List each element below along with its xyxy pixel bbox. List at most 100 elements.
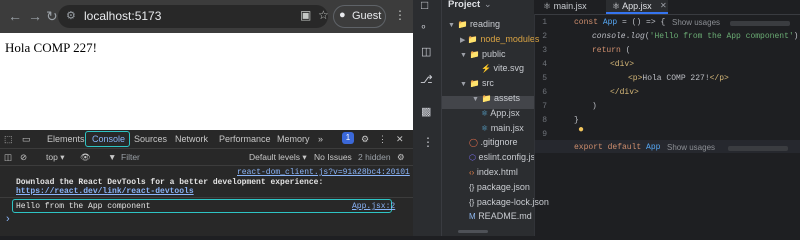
issues-count[interactable]: No Issues <box>314 150 352 164</box>
tab-sources[interactable]: Sources <box>134 131 167 147</box>
settings-gear-icon[interactable]: ⚙ <box>361 131 369 147</box>
tree-item-label: main.jsx <box>490 122 524 133</box>
tree-item[interactable]: {} package.json <box>460 180 530 195</box>
levels-label: Default levels <box>249 152 301 162</box>
json-icon: {} <box>469 197 475 207</box>
console-prompt[interactable]: › <box>6 213 10 225</box>
tree-item[interactable]: ▶ 📁 node_modules <box>460 32 539 48</box>
close-devtools-icon[interactable]: ✕ <box>396 131 404 147</box>
message1-link[interactable]: https://react.dev/link/react-devtools <box>16 187 194 196</box>
clear-console-icon[interactable]: ⊘ <box>20 150 27 164</box>
log-levels-dropdown[interactable]: Default levels ▾ <box>249 150 307 164</box>
line-number: 2 <box>542 32 547 41</box>
chevron-right-icon[interactable]: ▶ <box>460 37 465 44</box>
vcs-branch-icon[interactable]: ⎇ <box>420 73 433 86</box>
tree-item[interactable]: {} package-lock.json <box>460 195 549 210</box>
forward-icon[interactable]: → <box>28 7 42 25</box>
guest-label: Guest <box>352 10 382 22</box>
filter-icon: ▼ <box>108 152 117 162</box>
editor-tab-main[interactable]: ⚛ main.jsx <box>543 1 587 12</box>
tree-item[interactable]: M README.md <box>460 209 532 224</box>
tab-network[interactable]: Network <box>175 131 208 147</box>
chevron-down-icon[interactable]: ▼ <box>460 81 467 88</box>
usages-hint-1[interactable]: Show usages <box>672 18 720 27</box>
tree-item[interactable]: ⚛ main.jsx <box>472 121 524 136</box>
tab-console[interactable]: Console <box>92 131 125 147</box>
tree-item-label: App.jsx <box>490 107 520 118</box>
chevron-down-icon[interactable]: ▼ <box>472 96 479 103</box>
inspect-element-icon[interactable]: ⬚ <box>4 131 13 147</box>
jsx-icon: ⚛ <box>481 123 489 133</box>
code-line-10: export default App <box>574 143 661 152</box>
json-icon: {} <box>469 182 475 192</box>
message1-source-link[interactable]: react-dom_client.js?v=91a28bc4:20101 <box>237 168 410 177</box>
tree-item[interactable]: ▼ 📁 assets <box>472 91 520 107</box>
close-tab-icon[interactable]: ✕ <box>660 1 667 10</box>
guest-profile-button[interactable]: ● Guest <box>333 5 386 28</box>
usages-hint-2[interactable]: Show usages <box>667 143 715 152</box>
editor-tab-main-label: main.jsx <box>553 1 587 11</box>
line-number: 9 <box>542 130 547 139</box>
context-select[interactable]: top ▾ <box>46 150 64 164</box>
context-label: top <box>46 152 58 162</box>
filter-input[interactable]: Filter <box>121 150 140 164</box>
url-text: localhost:5173 <box>84 9 162 23</box>
hidden-count: 2 hidden <box>358 152 391 162</box>
tree-item[interactable]: ⚛ App.jsx <box>472 106 520 121</box>
intention-bulb-icon[interactable]: ● <box>578 124 584 135</box>
editor-tab-app-label: App.jsx <box>622 1 652 11</box>
tree-item[interactable]: ▼ 📁 src <box>460 76 494 92</box>
html-icon: ‹› <box>469 168 475 177</box>
tab-memory[interactable]: Memory <box>277 131 310 147</box>
install-app-icon[interactable]: ▣ <box>300 8 311 22</box>
tree-item-label: public <box>481 48 506 59</box>
project-dropdown-icon[interactable]: ⌄ <box>484 0 492 10</box>
console-settings-icon[interactable]: ⚙ <box>397 150 405 164</box>
tree-item[interactable]: ⬡ eslint.config.js <box>460 150 535 165</box>
live-expression-icon[interactable]: 👁 <box>80 150 91 164</box>
browser-menu-icon[interactable]: ⋮ <box>394 8 406 22</box>
tree-item-label: index.html <box>476 167 518 177</box>
devtools-menu-icon[interactable]: ⋮ <box>378 131 387 147</box>
tree-item[interactable]: ⚡ vite.svg <box>472 61 524 76</box>
reload-icon[interactable]: ↻ <box>46 7 58 25</box>
tree-item-label: node_modules <box>480 33 540 44</box>
editor-tab-app[interactable]: ⚛ App.jsx <box>612 1 652 12</box>
tab-elements[interactable]: Elements <box>47 131 85 147</box>
tree-item-label: eslint.config.js <box>478 152 536 163</box>
site-info-icon[interactable]: ⚙ <box>66 9 76 22</box>
message2-source-link[interactable]: App.jsx:2 <box>352 202 395 211</box>
ai-assistance-icon[interactable]: 1 <box>342 132 354 144</box>
git-icon: ◯ <box>469 138 478 148</box>
project-label[interactable]: Project <box>448 0 480 10</box>
device-toolbar-icon[interactable]: ▭ <box>22 131 31 147</box>
message-divider <box>0 197 413 198</box>
commit-icon[interactable]: ∘ <box>420 20 427 33</box>
sidebar-toggle-icon[interactable]: ◫ <box>4 150 12 164</box>
bookmarks-icon[interactable]: ▩ <box>421 105 431 118</box>
structure-icon[interactable]: ◫ <box>421 45 431 58</box>
tree-item[interactable]: ▼ 📁 reading <box>448 17 500 33</box>
tree-item[interactable]: ‹› index.html <box>460 165 518 180</box>
more-tabs-icon[interactable]: » <box>318 131 323 147</box>
more-tools-icon[interactable]: ⋮ <box>422 135 434 149</box>
profile-icon: ● <box>339 9 346 21</box>
tree-scrollbar[interactable] <box>458 230 488 233</box>
ide-tool-rail <box>413 0 442 236</box>
line-number: 6 <box>542 88 547 97</box>
gutter-divider <box>534 14 535 236</box>
line-number: 5 <box>542 74 547 83</box>
eslint-icon: ⬡ <box>469 153 476 163</box>
chevron-down-icon[interactable]: ▼ <box>448 22 455 29</box>
project-tool-icon[interactable]: □ <box>421 0 428 12</box>
tree-item[interactable]: ▼ 📁 public <box>460 47 505 63</box>
line-number: 4 <box>542 60 547 69</box>
folder-orange-icon: 📁 <box>467 34 478 44</box>
code-line-5: <p>Hola COMP 227!</p> <box>628 74 729 83</box>
tree-item[interactable]: ◯ .gitignore <box>460 135 518 150</box>
bookmark-star-icon[interactable]: ☆ <box>318 8 329 22</box>
back-icon[interactable]: ← <box>8 7 22 25</box>
chevron-down-icon[interactable]: ▼ <box>460 52 467 59</box>
folder-icon: 📁 <box>469 79 480 89</box>
tab-performance[interactable]: Performance <box>219 131 271 147</box>
